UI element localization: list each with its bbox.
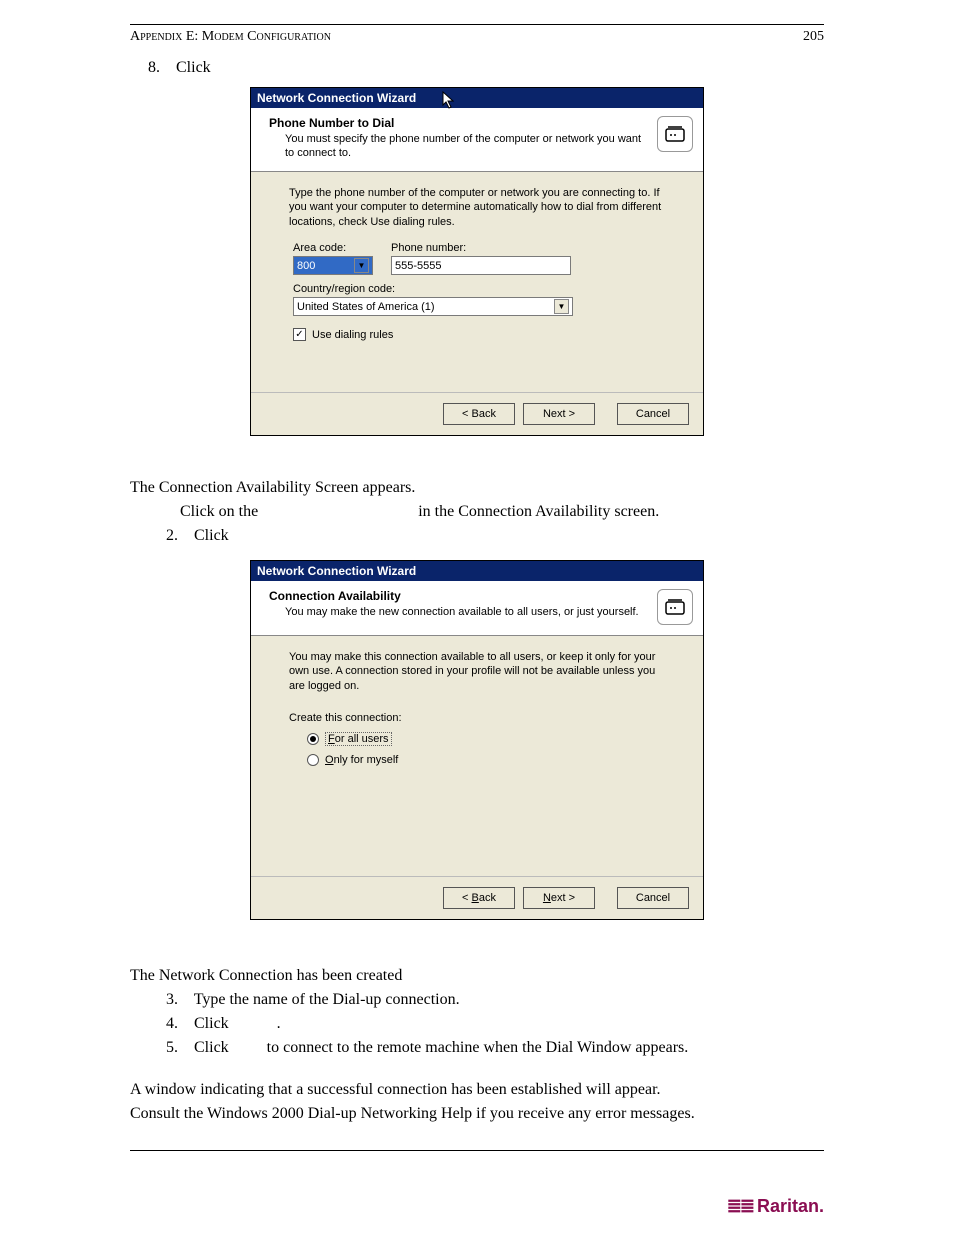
only-for-myself-label: Only for myselfOnly for myself [325, 754, 398, 766]
page-header: Appendix E: Modem Configuration 205 [130, 29, 824, 45]
top-rule [130, 24, 824, 25]
area-code-combo[interactable]: 800 ▼ [293, 256, 373, 275]
country-code-combo[interactable]: United States of America (1) ▼ [293, 297, 573, 316]
phone-number-label: Phone number: [391, 242, 571, 254]
step-5-text-b: to connect to the remote machine when th… [267, 1039, 689, 1056]
step-8-label: Click [176, 59, 211, 76]
step-4-num: 4. [166, 1012, 190, 1036]
country-code-value: United States of America (1) [297, 301, 435, 313]
step-8: 8. Click [148, 59, 824, 77]
back-button[interactable]: < Back [443, 403, 515, 425]
step-5-num: 5. [166, 1036, 190, 1060]
dialog2-buttons: < Back< Back Next >Next > Cancel [251, 876, 703, 919]
create-connection-label: Create this connection: [289, 712, 665, 724]
dialog1-titlebar: Network Connection Wizard [251, 88, 703, 108]
next-button[interactable]: Next > [523, 403, 595, 425]
wizard-dialog-availability: Network Connection Wizard Connection Ava… [250, 560, 704, 921]
logo-glyph-icon: ≣≣ [727, 1196, 753, 1217]
step-3-num: 3. [166, 988, 190, 1012]
cursor-icon [441, 91, 457, 109]
dialog1-heading: Phone Number to Dial [269, 116, 647, 130]
raritan-logo: ≣≣ Raritan. [727, 1196, 824, 1217]
phone-number-input[interactable] [391, 256, 571, 275]
step-5-text-a: Click [194, 1039, 229, 1056]
bottom-line3: Consult the Windows 2000 Dial-up Network… [130, 1102, 824, 1126]
dialog1-title: Network Connection Wizard [257, 91, 416, 105]
dialog1-intro: Type the phone number of the computer or… [289, 186, 665, 231]
dialog1-subheading: You must specify the phone number of the… [285, 132, 647, 161]
step-4-text-b: . [277, 1015, 281, 1032]
step-2-num: 2. [166, 524, 190, 548]
mid-line2b: in the Connection Availability screen. [418, 500, 659, 524]
dialog2-body: You may make this connection available t… [251, 636, 703, 877]
step-8-num: 8. [148, 59, 172, 77]
page-number: 205 [803, 29, 824, 45]
bottom-rule [130, 1150, 824, 1151]
dialog1-buttons: < Back Next > Cancel [251, 392, 703, 435]
bottom-line1: The Network Connection has been created [130, 964, 824, 988]
dialog2-heading: Connection Availability [269, 589, 647, 603]
cancel-button[interactable]: Cancel [617, 887, 689, 909]
bottom-line2: A window indicating that a successful co… [130, 1078, 824, 1102]
area-code-value: 800 [297, 260, 315, 272]
mid-line2a: Click on the [180, 500, 258, 524]
step-2-label: Click [194, 527, 229, 544]
modem-icon [657, 116, 693, 152]
use-dialing-rules-checkbox[interactable]: ✓ [293, 328, 306, 341]
dialog2-titlebar: Network Connection Wizard [251, 561, 703, 581]
dialog1-body: Type the phone number of the computer or… [251, 172, 703, 392]
dropdown-arrow-icon[interactable]: ▼ [354, 258, 369, 273]
modem-icon [657, 589, 693, 625]
mid-line1b: Connection Availability Screen appears. [159, 479, 416, 496]
step-3-text: Type the name of the Dial-up connection. [194, 991, 460, 1008]
back-button[interactable]: < Back< Back [443, 887, 515, 909]
area-code-label: Area code: [293, 242, 373, 254]
mid-line1a: The [130, 479, 159, 496]
dialog2-header: Connection Availability You may make the… [251, 581, 703, 636]
dropdown-arrow-icon[interactable]: ▼ [554, 299, 569, 314]
country-code-label: Country/region code: [293, 283, 665, 295]
dialog2-subheading: You may make the new connection availabl… [285, 605, 647, 619]
logo-text: Raritan. [757, 1196, 824, 1217]
wizard-dialog-phone: Network Connection Wizard Phone Number t… [250, 87, 704, 436]
only-for-myself-radio[interactable] [307, 754, 319, 766]
next-button[interactable]: Next >Next > [523, 887, 595, 909]
dialog2-title: Network Connection Wizard [257, 564, 416, 578]
dialog2-intro: You may make this connection available t… [289, 650, 665, 695]
header-left: Appendix E: Modem Configuration [130, 29, 331, 45]
dialog1-header: Phone Number to Dial You must specify th… [251, 108, 703, 172]
use-dialing-rules-label: Use dialing rules [312, 329, 393, 341]
step-4-text-a: Click [194, 1015, 229, 1032]
for-all-users-radio[interactable] [307, 733, 319, 745]
bottom-paragraph: The Network Connection has been created … [130, 964, 824, 1126]
for-all-users-label: FFor all usersor all users [325, 732, 392, 746]
cancel-button[interactable]: Cancel [617, 403, 689, 425]
mid-paragraph: The Connection Availability Screen appea… [130, 476, 824, 548]
